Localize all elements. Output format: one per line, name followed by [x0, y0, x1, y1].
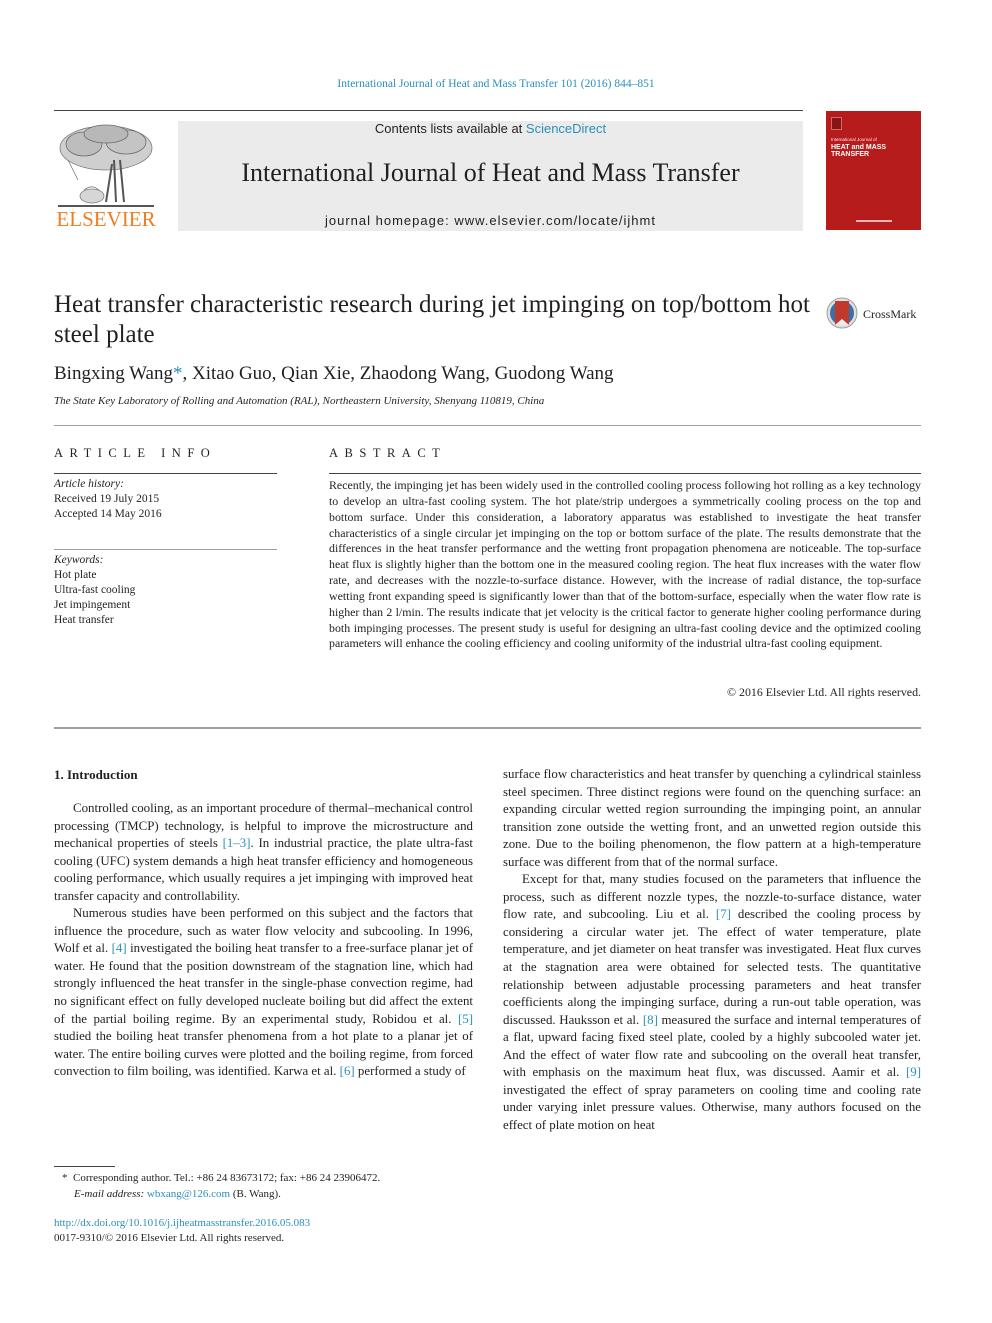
corresponding-author-note: * Corresponding author. Tel.: +86 24 836… [54, 1170, 484, 1186]
citation-link[interactable]: [8] [643, 1013, 658, 1027]
article-info-divider [54, 473, 277, 474]
cover-title: HEAT and MASS TRANSFER [831, 144, 886, 158]
keywords-list: Keywords: Hot plate Ultra-fast cooling J… [54, 553, 277, 628]
text-run: performed a study of [354, 1064, 466, 1079]
keyword-item: Heat transfer [54, 614, 114, 626]
cover-elsevier-icon [831, 117, 842, 130]
section-divider [54, 425, 921, 426]
body-column-right: surface flow characteristics and heat tr… [503, 766, 921, 1134]
citation-link[interactable]: [9] [906, 1065, 921, 1079]
paragraph: Except for that, many studies focused on… [503, 871, 921, 1134]
body-divider [54, 727, 921, 729]
paragraph: surface flow characteristics and heat tr… [503, 766, 921, 871]
keywords-label: Keywords: [54, 554, 104, 566]
journal-homepage: journal homepage: www.elsevier.com/locat… [178, 213, 803, 228]
article-title: Heat transfer characteristic research du… [54, 291, 811, 348]
cover-kicker: International Journal of [831, 137, 877, 142]
sciencedirect-link[interactable]: ScienceDirect [526, 121, 606, 136]
abstract-copyright: © 2016 Elsevier Ltd. All rights reserved… [727, 685, 921, 699]
citation-link[interactable]: [6] [340, 1064, 355, 1078]
homepage-url-link[interactable]: www.elsevier.com/locate/ijhmt [454, 213, 656, 228]
paragraph: Controlled cooling, as an important proc… [54, 800, 473, 905]
text-run: surface flow characteristics and heat tr… [503, 767, 921, 869]
footnotes: * Corresponding author. Tel.: +86 24 836… [54, 1170, 484, 1202]
abstract-divider [329, 473, 921, 474]
author-name[interactable]: Bingxing Wang [54, 363, 173, 384]
keyword-item: Hot plate [54, 569, 97, 581]
text-run: described the cooling process by conside… [503, 907, 921, 1027]
doi-block: http://dx.doi.org/10.1016/j.ijheatmasstr… [54, 1216, 310, 1246]
history-label: Article history: [54, 478, 124, 490]
contents-availability: Contents lists available at ScienceDirec… [178, 121, 803, 136]
received-date: Received 19 July 2015 [54, 493, 160, 505]
abstract-text: Recently, the impinging jet has been wid… [329, 478, 921, 651]
crossmark-button[interactable]: CrossMark [826, 297, 926, 333]
author-affiliation: The State Key Laboratory of Rolling and … [54, 395, 545, 407]
paragraph: Numerous studies have been performed on … [54, 905, 473, 1080]
keyword-item: Ultra-fast cooling [54, 584, 136, 596]
issn-copyright: 0017-9310/© 2016 Elsevier Ltd. All right… [54, 1232, 285, 1244]
cover-footer-mark [856, 220, 892, 222]
cover-title-line2: TRANSFER [831, 151, 870, 158]
citation-link[interactable]: [4] [112, 941, 127, 955]
accepted-date: Accepted 14 May 2016 [54, 508, 162, 520]
text-run: investigated the effect of spray paramet… [503, 1082, 921, 1132]
email-link[interactable]: wbxang@126.com [147, 1188, 230, 1200]
header-divider [54, 110, 803, 111]
section-heading-introduction: 1. Introduction [54, 767, 138, 782]
elsevier-logo[interactable]: ELSEVIER [54, 120, 158, 232]
citation-link[interactable]: [5] [458, 1012, 473, 1026]
corresponding-author-contact: Corresponding author. Tel.: +86 24 83673… [73, 1172, 381, 1184]
crossmark-label: CrossMark [863, 307, 917, 321]
footnote-divider [54, 1166, 115, 1167]
coauthor-names: , Xitao Guo, Qian Xie, Zhaodong Wang, Gu… [182, 363, 614, 384]
doi-link[interactable]: http://dx.doi.org/10.1016/j.ijheatmasstr… [54, 1217, 310, 1229]
article-info-heading: ARTICLE INFO [54, 446, 217, 460]
abstract-heading: ABSTRACT [329, 446, 447, 460]
email-suffix: (B. Wang). [230, 1188, 281, 1200]
homepage-prefix: journal homepage: [325, 213, 455, 228]
cover-title-line1: HEAT and MASS [831, 144, 887, 151]
elsevier-wordmark: ELSEVIER [56, 207, 156, 231]
article-history: Article history: Received 19 July 2015 A… [54, 477, 277, 522]
crossmark-icon [826, 297, 858, 329]
journal-title: International Journal of Heat and Mass T… [241, 158, 740, 187]
elsevier-tree-icon [58, 124, 154, 207]
citation-link[interactable]: [1–3] [223, 836, 251, 850]
journal-masthead: Contents lists available at ScienceDirec… [178, 121, 803, 231]
keywords-divider [54, 549, 277, 550]
footnote-star: * [62, 1172, 68, 1184]
author-list: Bingxing Wang*, Xitao Guo, Qian Xie, Zha… [54, 363, 614, 385]
email-note: E-mail address: wbxang@126.com (B. Wang)… [54, 1186, 484, 1202]
body-column-left: Controlled cooling, as an important proc… [54, 800, 473, 1081]
contents-prefix: Contents lists available at [374, 121, 526, 136]
journal-cover-thumbnail[interactable]: International Journal of HEAT and MASS T… [826, 111, 921, 230]
keyword-item: Jet impingement [54, 599, 131, 611]
citation-link[interactable]: [7] [716, 907, 731, 921]
journal-reference-link[interactable]: International Journal of Heat and Mass T… [0, 78, 992, 90]
email-label: E-mail address: [74, 1188, 147, 1200]
